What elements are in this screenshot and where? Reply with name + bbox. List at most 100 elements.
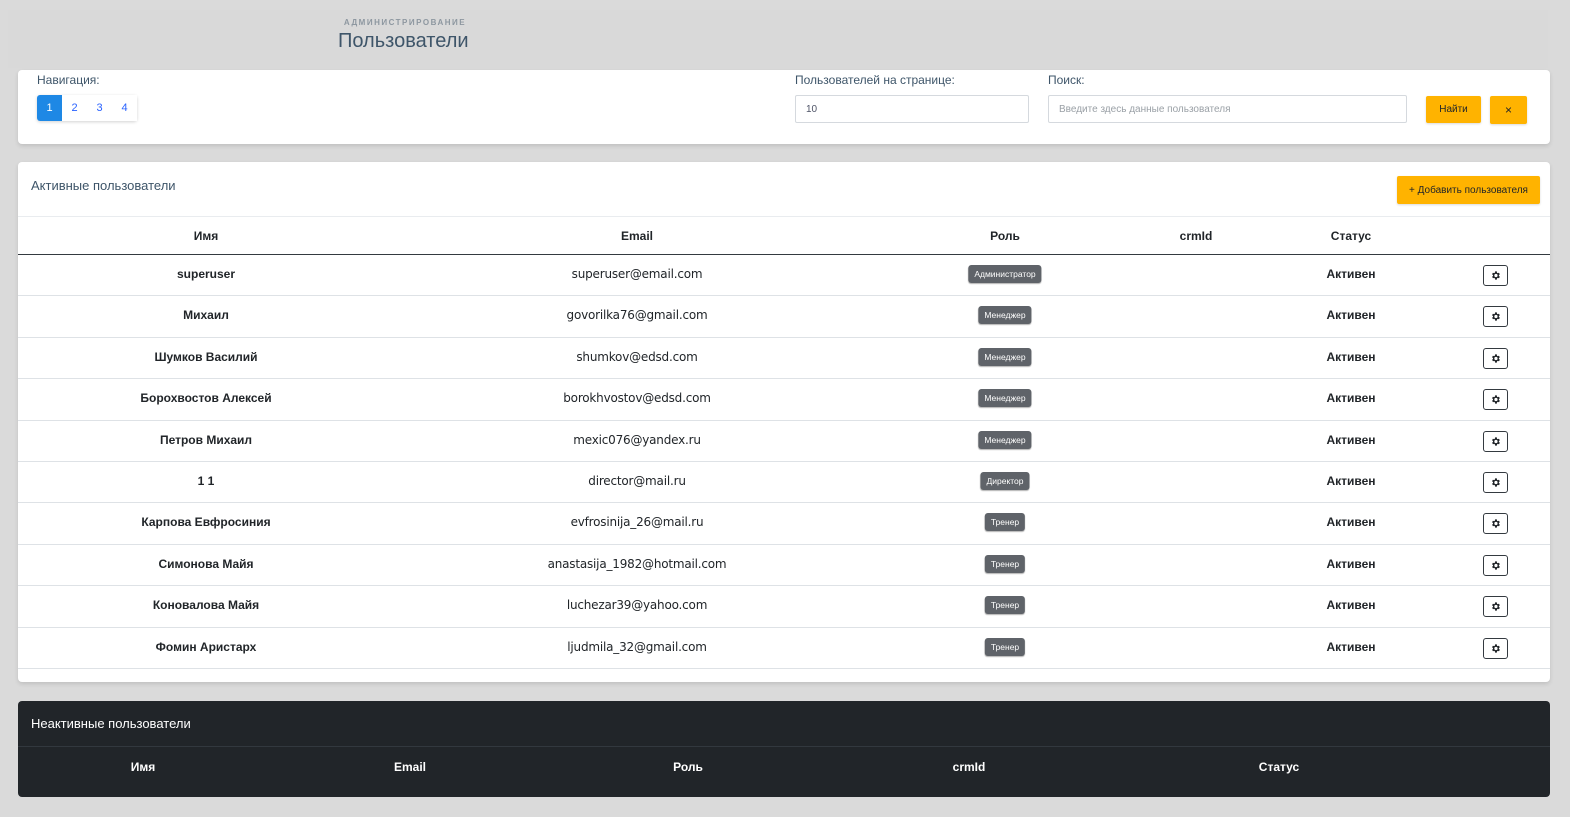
table-row: Карпова Евфросиния evfrosinija_26@mail.ru… (18, 503, 1550, 545)
user-email: borokhvostov@edsd.com (563, 391, 711, 406)
per-page-label: Пользователей на странице: (795, 73, 955, 87)
gear-icon (1490, 311, 1501, 322)
user-status: Активен (1326, 349, 1376, 364)
user-settings-button[interactable] (1483, 471, 1508, 493)
column-header-name[interactable]: Имя (194, 229, 219, 243)
inactive-column-header-crmid[interactable]: crmId (953, 760, 986, 774)
column-header-email[interactable]: Email (621, 229, 653, 243)
search-button[interactable]: Найти (1426, 96, 1481, 123)
user-settings-button[interactable] (1483, 637, 1508, 659)
column-header-crmid[interactable]: crmId (1180, 229, 1213, 243)
table-row: Борохвостов Алексей borokhvostov@edsd.com… (18, 379, 1550, 421)
search-label: Поиск: (1048, 73, 1085, 87)
user-settings-button[interactable] (1483, 306, 1508, 328)
active-users-title: Активные пользователи (31, 178, 176, 193)
page: АДМИНИСТРИРОВАНИЕ Пользователи Навигация… (0, 0, 1570, 817)
user-settings-button[interactable] (1483, 554, 1508, 576)
column-header-status[interactable]: Статус (1331, 229, 1371, 243)
role-badge: Тренер (984, 637, 1026, 656)
table-body: superuser superuser@email.com Администрато… (18, 255, 1550, 669)
user-email: shumkov@edsd.com (576, 349, 698, 364)
table-row: Петров Михаил mexic076@yandex.ru Менеджер А… (18, 421, 1550, 462)
add-user-button[interactable]: + Добавить пользователя (1397, 176, 1540, 204)
user-email: luchezar39@yahoo.com (566, 598, 708, 613)
breadcrumb: АДМИНИСТРИРОВАНИЕ (343, 18, 467, 27)
user-email: govorilka76@gmail.com (566, 308, 708, 323)
role-badge: Менеджер (978, 306, 1032, 325)
gear-icon (1490, 394, 1501, 405)
role-badge: Менеджер (978, 430, 1032, 449)
inactive-column-header-status[interactable]: Статус (1259, 760, 1299, 774)
table-row: Фомин Аристарх ljudmila_32@gmail.com Трене… (18, 628, 1550, 669)
pagination: 1 2 3 4 (37, 95, 137, 121)
role-badge: Администратор (968, 265, 1042, 283)
clear-search-button[interactable]: × (1490, 96, 1527, 124)
user-name: 1 1 (197, 473, 215, 488)
page-title: Пользователи (338, 30, 469, 52)
search-input[interactable]: Введите здесь данные пользователя (1048, 95, 1407, 123)
table-header: Имя Email Роль crmId Статус (18, 216, 1550, 255)
gear-icon (1490, 518, 1501, 529)
inactive-column-header-role[interactable]: Роль (673, 760, 703, 774)
user-name: Карпова Евфросиния (141, 515, 271, 530)
inactive-column-header-name[interactable]: Имя (131, 760, 156, 774)
user-settings-button[interactable] (1483, 430, 1508, 452)
user-email: evfrosinija_26@mail.ru (570, 515, 704, 530)
page-header: АДМИНИСТРИРОВАНИЕ Пользователи (8, 10, 1548, 68)
user-name: Коновалова Майя (152, 598, 260, 613)
role-badge: Тренер (984, 513, 1026, 532)
gear-icon (1490, 643, 1501, 654)
page-button-2[interactable]: 2 (62, 95, 87, 121)
user-status: Активен (1326, 598, 1376, 613)
page-button-4[interactable]: 4 (112, 95, 137, 121)
gear-icon (1490, 353, 1501, 364)
gear-icon (1490, 270, 1501, 281)
table-row: superuser superuser@email.com Администрато… (18, 255, 1550, 297)
user-status: Активен (1326, 556, 1376, 571)
user-name: Шумков Василий (154, 349, 258, 364)
gear-icon (1490, 601, 1501, 612)
gear-icon (1490, 560, 1501, 571)
gear-icon (1490, 436, 1501, 447)
per-page-input[interactable]: 10 (795, 95, 1029, 123)
user-status: Активен (1326, 432, 1376, 447)
user-status: Активен (1326, 308, 1376, 323)
inactive-column-header-email[interactable]: Email (394, 760, 426, 774)
table-row: Михаил govorilka76@gmail.com Менеджер Актив… (18, 296, 1550, 338)
user-name: superuser (176, 267, 236, 281)
active-users-table: Имя Email Роль crmId Статус superuser sup… (18, 216, 1550, 669)
role-badge: Менеджер (978, 389, 1032, 408)
user-settings-button[interactable] (1483, 389, 1508, 411)
user-settings-button[interactable] (1483, 596, 1508, 618)
active-users-card: Активные пользователи + Добавить пользов… (18, 162, 1550, 682)
user-status: Активен (1326, 391, 1376, 406)
user-settings-button[interactable] (1483, 265, 1508, 286)
user-settings-button[interactable] (1483, 513, 1508, 535)
table-row: Коновалова Майя luchezar39@yahoo.com Трене… (18, 586, 1550, 628)
user-settings-button[interactable] (1483, 347, 1508, 369)
user-name: Михаил (183, 308, 229, 323)
inactive-users-card: Неактивные пользователи Имя Email Роль c… (18, 701, 1550, 797)
table-row: Симонова Майя anastasija_1982@hotmail.com… (18, 545, 1550, 587)
user-name: Борохвостов Алексей (140, 391, 272, 406)
navigation-label: Навигация: (37, 73, 100, 87)
user-email: director@mail.ru (588, 473, 686, 488)
user-email: ljudmila_32@gmail.com (567, 639, 707, 654)
page-button-1[interactable]: 1 (37, 95, 62, 121)
user-status: Активен (1326, 473, 1376, 488)
user-email: superuser@email.com (571, 267, 703, 281)
column-header-role[interactable]: Роль (990, 229, 1020, 243)
table-row: 1 1 director@mail.ru Директор Активен (18, 462, 1550, 504)
user-status: Активен (1326, 515, 1376, 530)
user-name: Петров Михаил (159, 432, 253, 447)
inactive-table-header: Имя Email Роль crmId Статус (18, 746, 1550, 786)
page-button-3[interactable]: 3 (87, 95, 112, 121)
filter-panel: Навигация: 1 2 3 4 Пользователей на стра… (18, 70, 1550, 144)
user-name: Фомин Аристарх (155, 639, 257, 654)
gear-icon (1490, 477, 1501, 488)
table-row: Шумков Василий shumkov@edsd.com Менеджер Ак… (18, 338, 1550, 380)
role-badge: Тренер (984, 596, 1026, 615)
user-email: mexic076@yandex.ru (573, 432, 701, 447)
user-status: Активен (1326, 639, 1376, 654)
role-badge: Менеджер (978, 347, 1032, 366)
